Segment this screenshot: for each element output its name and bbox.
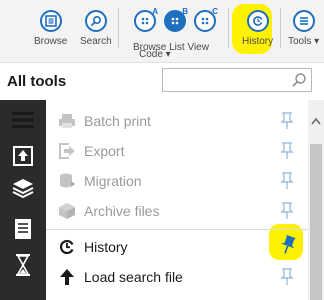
upload-icon[interactable]	[0, 146, 46, 166]
browse-list-view-b-button[interactable]: B	[164, 7, 188, 32]
tool-row-archive-files[interactable]: Archive files	[46, 196, 308, 226]
list-view-c-icon: C	[194, 7, 218, 32]
history-label: History	[242, 36, 274, 47]
tool-label: Batch print	[84, 113, 151, 129]
hourglass-icon[interactable]	[0, 254, 46, 276]
pinned-pin-icon[interactable]	[280, 234, 296, 260]
code-dropdown-label[interactable]: Code ▾	[139, 50, 171, 60]
menu-icon[interactable]	[0, 111, 46, 129]
superscript-a: A	[152, 7, 158, 16]
layers-icon[interactable]	[0, 178, 46, 198]
hamburger-icon	[292, 10, 315, 32]
tool-label: Migration	[84, 173, 142, 189]
search-button[interactable]: Search	[80, 10, 112, 47]
history-icon	[58, 238, 76, 256]
pin-icon[interactable]	[280, 142, 294, 165]
tool-label: Load search file	[84, 269, 183, 285]
arrow-up-icon	[58, 268, 76, 286]
superscript-c: C	[212, 7, 218, 16]
tool-search-input[interactable]	[167, 70, 291, 92]
list-view-b-icon: B	[164, 7, 188, 32]
archive-box-icon	[58, 202, 76, 220]
pin-icon[interactable]	[280, 172, 294, 195]
all-tools-header: All tools	[0, 62, 324, 101]
printer-icon	[58, 112, 76, 130]
history-button[interactable]: History	[242, 10, 273, 47]
browse-button[interactable]: Browse	[34, 10, 67, 47]
history-icon	[246, 10, 269, 32]
search-label: Search	[80, 36, 112, 47]
panel-title: All tools	[7, 73, 67, 90]
toolbar-separator	[118, 8, 119, 48]
export-icon	[58, 142, 76, 160]
superscript-b: B	[182, 7, 188, 16]
document-icon[interactable]	[0, 218, 46, 240]
scroll-up-arrow-icon[interactable]	[311, 112, 321, 130]
section-divider	[46, 229, 308, 230]
pin-icon[interactable]	[280, 268, 294, 291]
migration-icon	[58, 172, 76, 190]
toolbar-separator	[228, 8, 229, 48]
vertical-scrollbar[interactable]	[308, 100, 324, 300]
toolbar-separator	[280, 8, 281, 48]
left-rail	[0, 100, 46, 300]
tool-search-box[interactable]	[162, 68, 312, 92]
tools-label: Tools ▾	[288, 36, 320, 47]
tool-row-history[interactable]: History	[46, 232, 308, 262]
tool-row-migration[interactable]: Migration	[46, 166, 308, 196]
ribbon-toolbar: Browse Search A B C Browse List View Cod…	[0, 0, 324, 62]
browse-list-view-a-button[interactable]: A	[134, 7, 158, 32]
tool-row-load-search-file[interactable]: Load search file	[46, 262, 308, 292]
pin-icon[interactable]	[280, 202, 294, 225]
tool-label: Export	[84, 143, 125, 159]
search-icon	[84, 10, 107, 32]
list-view-a-icon: A	[134, 7, 158, 32]
tool-label: Archive files	[84, 203, 160, 219]
tool-row-export[interactable]: Export	[46, 136, 308, 166]
tool-label: History	[84, 239, 128, 255]
pin-icon[interactable]	[280, 112, 294, 135]
tools-button[interactable]: Tools ▾	[288, 10, 319, 47]
browse-label: Browse	[34, 36, 68, 47]
search-icon[interactable]	[291, 72, 307, 93]
tool-list: Batch print Export Migration Archive fil…	[46, 100, 308, 300]
browse-icon	[39, 10, 62, 32]
browse-list-view-c-button[interactable]: C	[194, 7, 218, 32]
tool-row-batch-print[interactable]: Batch print	[46, 106, 308, 136]
scrollbar-thumb[interactable]	[310, 144, 322, 300]
